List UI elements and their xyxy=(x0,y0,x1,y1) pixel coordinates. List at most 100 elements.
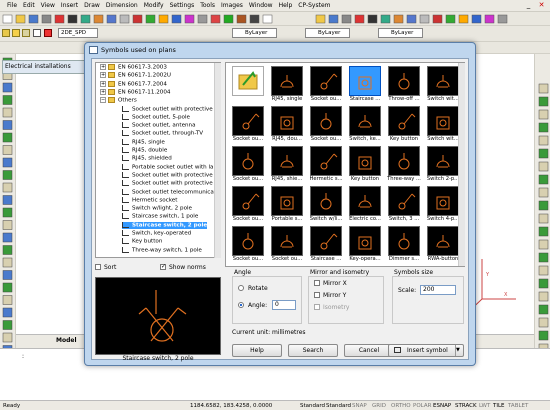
symbol-tile[interactable] xyxy=(230,65,266,105)
grid-toggle[interactable]: GRID xyxy=(372,403,386,409)
toolbar-button-icon[interactable] xyxy=(393,14,404,24)
toolbar-button-icon[interactable] xyxy=(41,14,52,24)
symbols-grid[interactable]: RJ45, single Socket ou... Staircase ... Thr… xyxy=(225,62,465,267)
symbol-tile[interactable]: Switch 4-p... xyxy=(425,185,461,225)
symbol-tile[interactable]: RJ45, dou... xyxy=(269,105,305,145)
toolbar-button-icon[interactable] xyxy=(15,14,26,24)
modify-tool-icons[interactable] xyxy=(535,54,550,394)
toolbar-button-icon[interactable] xyxy=(184,14,195,24)
toolbar-button-icon[interactable] xyxy=(315,14,326,24)
toolbar-button-icon[interactable] xyxy=(28,14,39,24)
symbol-tile[interactable]: Staircase ... xyxy=(308,225,344,265)
toolbar-button-icon[interactable] xyxy=(354,14,365,24)
toolbar-button-icon[interactable] xyxy=(106,14,117,24)
layer-dropdown[interactable]: 2DE_SPD xyxy=(58,28,98,38)
collapse-icon[interactable]: − xyxy=(100,97,106,104)
modify-tool-icon[interactable] xyxy=(538,161,549,172)
toolbar-button-icon[interactable] xyxy=(367,14,378,24)
tile-toggle[interactable]: TILE xyxy=(493,403,505,409)
draw-tool-icon[interactable] xyxy=(2,107,13,118)
linetype-dropdown[interactable]: ByLayer xyxy=(305,28,350,38)
toolbar-button-icon[interactable] xyxy=(432,14,443,24)
modify-tool-icon[interactable] xyxy=(538,226,549,237)
symbol-tile[interactable]: Socket ou... xyxy=(308,65,344,105)
modify-tool-icon[interactable] xyxy=(538,200,549,211)
menu-view[interactable]: View xyxy=(38,2,58,9)
modify-tool-icon[interactable] xyxy=(538,330,549,341)
symbol-tile[interactable]: Socket ou... xyxy=(308,105,344,145)
cancel-button[interactable]: Cancel xyxy=(344,344,394,357)
toolbar-button-icon[interactable] xyxy=(93,14,104,24)
modify-tool-icon[interactable] xyxy=(538,187,549,198)
modify-tool-icon[interactable] xyxy=(538,317,549,328)
toolbar-button-icon[interactable] xyxy=(210,14,221,24)
tree-item[interactable]: Portable socket outlet with lamp xyxy=(122,163,220,172)
draw-tool-icon[interactable] xyxy=(2,132,13,143)
symbol-tile[interactable]: Switch wit... xyxy=(425,105,461,145)
modify-tool-icon[interactable] xyxy=(538,291,549,302)
color-dropdown[interactable]: ByLayer xyxy=(232,28,277,38)
tree-item[interactable]: + EN 60617-1.2002U xyxy=(100,72,171,80)
expand-icon[interactable]: + xyxy=(100,72,106,79)
toolbar-button-icon[interactable] xyxy=(497,14,508,24)
draw-tool-icons[interactable] xyxy=(0,54,16,394)
tree-item[interactable]: Hermetic socket xyxy=(122,196,177,205)
modify-tool-icon[interactable] xyxy=(538,239,549,250)
toolbar-button-icon[interactable] xyxy=(158,14,169,24)
insert-symbol-button[interactable]: Insert symbol ▼ xyxy=(388,344,464,357)
tree-item[interactable]: Socket outlet, antenna xyxy=(122,122,196,130)
toolbar-button-icon[interactable] xyxy=(132,14,143,24)
symbol-tile[interactable]: Switch, 3 ... xyxy=(386,185,422,225)
draw-tool-icon[interactable] xyxy=(2,232,13,243)
toolbar-button-icon[interactable] xyxy=(419,14,430,24)
esnap-toggle[interactable]: ESNAP xyxy=(433,403,451,409)
mirror-y-checkbox[interactable] xyxy=(314,292,320,298)
toolbar-button-icon[interactable] xyxy=(445,14,456,24)
modify-tool-icon[interactable] xyxy=(538,83,549,94)
tree-item[interactable]: RJ45, double xyxy=(122,147,167,155)
toolbar-button-icon[interactable] xyxy=(458,14,469,24)
tree-item[interactable]: RJ45, shielded xyxy=(122,155,172,163)
draw-tool-icon[interactable] xyxy=(2,270,13,280)
lineweight-dropdown[interactable]: ByLayer xyxy=(378,28,423,38)
tree-item[interactable]: Switch w/light, 2 pole xyxy=(122,205,192,213)
symbol-tile[interactable]: Electric co... xyxy=(347,185,383,225)
menu-modify[interactable]: Modify xyxy=(141,2,167,9)
menu-cp-system[interactable]: CP-System xyxy=(295,2,333,9)
draw-tool-icon[interactable] xyxy=(2,245,13,255)
draw-tool-icon[interactable] xyxy=(2,182,13,193)
lwt-toggle[interactable]: LWT xyxy=(479,403,490,409)
draw-tool-icon[interactable] xyxy=(2,282,13,293)
toolbar-button-icon[interactable] xyxy=(67,14,78,24)
angle-radio[interactable] xyxy=(238,302,244,308)
tree-item[interactable]: Socket outlet with protective cor xyxy=(122,105,220,114)
tree-item[interactable]: Key button xyxy=(122,238,162,246)
symbol-tile[interactable]: RJ45, single xyxy=(269,65,305,105)
symbol-tile[interactable]: Socket ou... xyxy=(230,185,266,225)
toolbar-button-icon[interactable] xyxy=(380,14,391,24)
toolbar-button-icon[interactable] xyxy=(341,14,352,24)
menu-tools[interactable]: Tools xyxy=(197,2,218,9)
modify-tool-icon[interactable] xyxy=(538,148,549,159)
search-button[interactable]: Search xyxy=(288,344,338,357)
menu-file[interactable]: File xyxy=(4,2,20,9)
toolbar-button-icon[interactable] xyxy=(80,14,91,24)
expand-icon[interactable]: + xyxy=(100,64,106,70)
toolbar-button-icon[interactable] xyxy=(484,14,495,24)
modify-tool-icon[interactable] xyxy=(538,213,549,224)
toolbar-button-icon[interactable] xyxy=(471,14,482,24)
toolbar-button-icon[interactable] xyxy=(236,14,247,24)
draw-tool-icon[interactable] xyxy=(2,307,13,318)
symbol-tile[interactable]: Socket ou... xyxy=(230,105,266,145)
expand-icon[interactable]: + xyxy=(100,80,106,87)
draw-tool-icon[interactable] xyxy=(2,295,13,305)
sort-checkbox[interactable] xyxy=(95,264,101,270)
menu-insert[interactable]: Insert xyxy=(58,2,81,9)
toolbar-button-icon[interactable] xyxy=(328,14,339,24)
draw-tool-icon[interactable] xyxy=(2,82,13,93)
tree-item[interactable]: Socket outlet with protective cor xyxy=(122,171,220,180)
tree-item[interactable]: Socket outlet with protective cor xyxy=(122,180,220,188)
tree-scrollbar[interactable] xyxy=(214,63,221,258)
draw-tool-icon[interactable] xyxy=(2,320,13,330)
modify-tool-icon[interactable] xyxy=(538,174,549,185)
